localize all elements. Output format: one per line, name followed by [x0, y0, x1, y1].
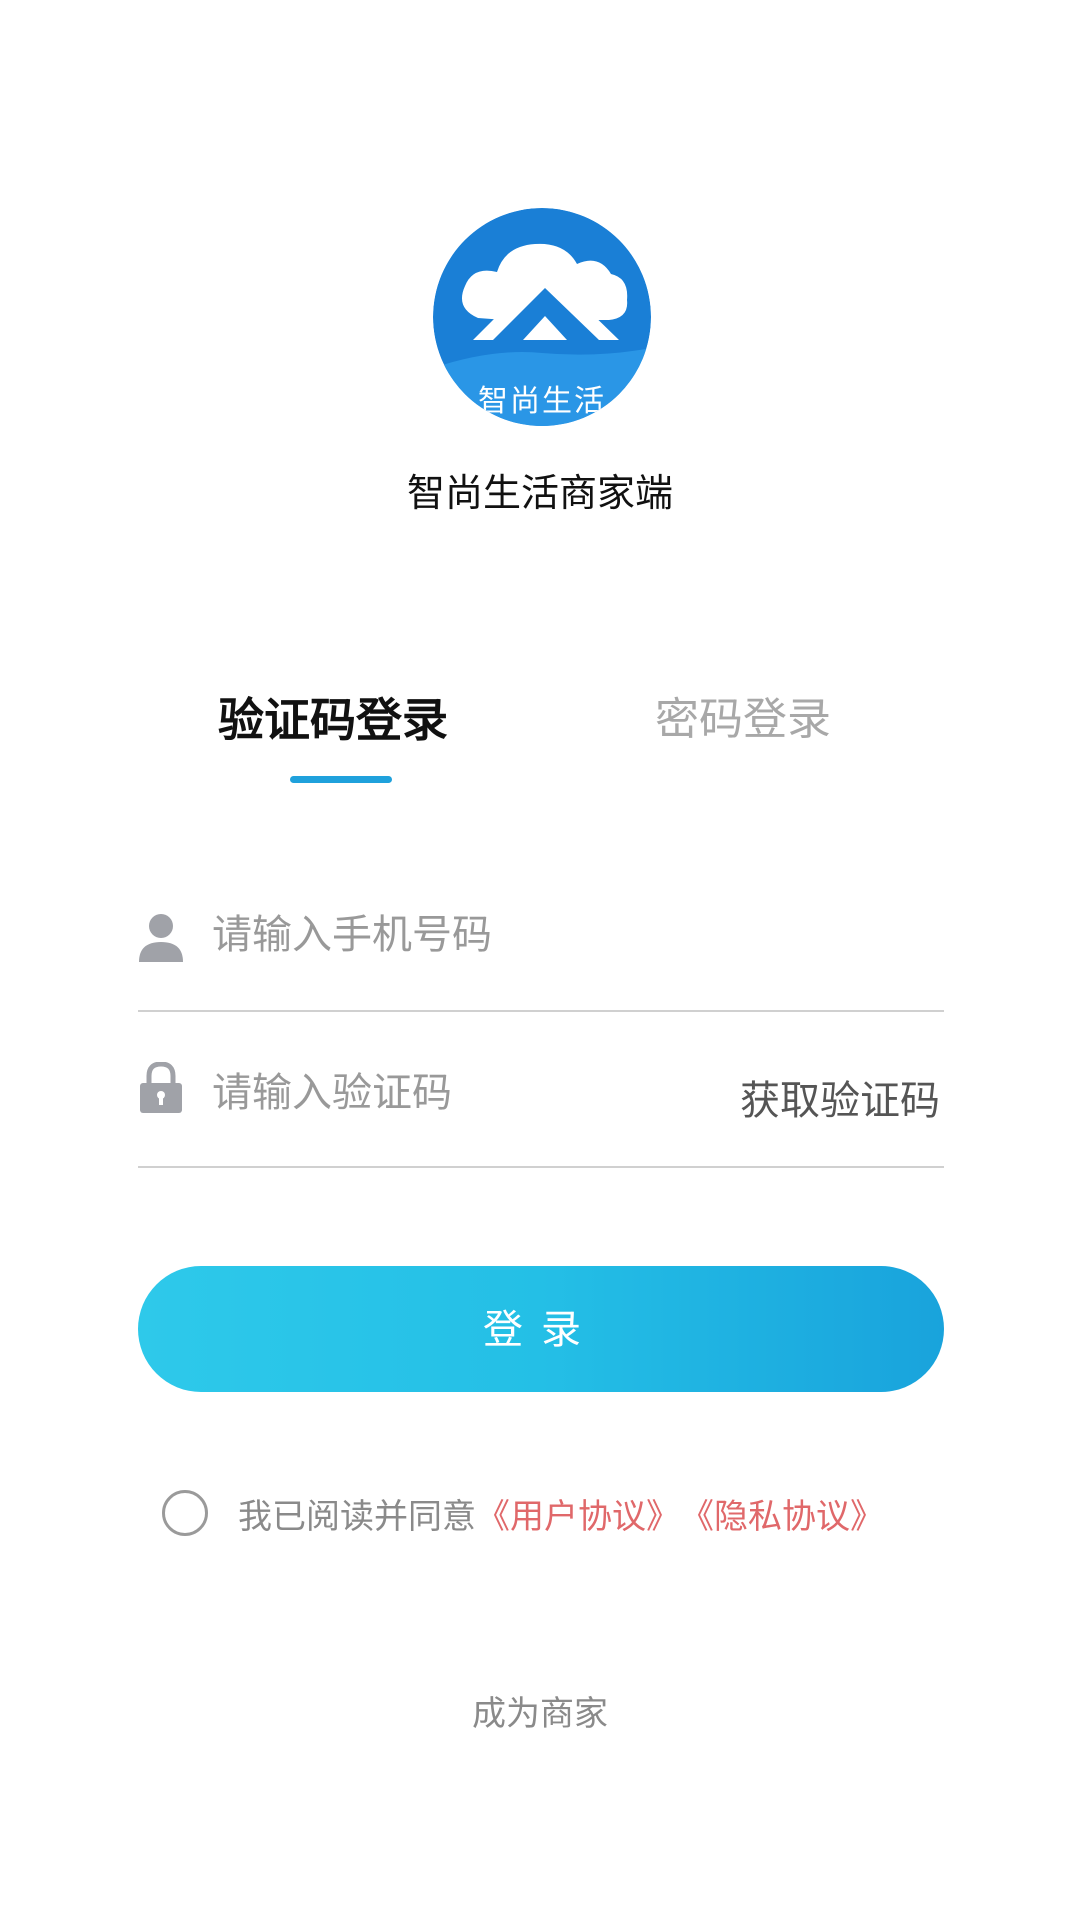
agreement-checkbox[interactable] [162, 1490, 208, 1536]
verification-code-field: 获取验证码 [138, 1040, 944, 1168]
app-logo: 智尚生活 [433, 208, 651, 426]
login-button[interactable]: 登录 [138, 1266, 944, 1392]
user-agreement-link[interactable]: 《用户协议》 [476, 1489, 680, 1538]
logo-text: 智尚生活 [478, 384, 606, 419]
agreement-text: 我已阅读并同意 [238, 1496, 476, 1537]
agreement-row: 我已阅读并同意 《用户协议》 《隐私协议》 [162, 1486, 884, 1540]
privacy-policy-link[interactable]: 《隐私协议》 [680, 1489, 884, 1538]
verification-code-input[interactable] [212, 1058, 712, 1128]
user-icon [139, 914, 183, 962]
get-code-button[interactable]: 获取验证码 [740, 1068, 940, 1126]
tab-password-login[interactable]: 密码登录 [655, 690, 835, 750]
become-merchant-link[interactable]: 成为商家 [0, 1686, 1080, 1735]
app-name: 智尚生活商家端 [406, 471, 673, 515]
tab-code-login[interactable]: 验证码登录 [218, 690, 468, 750]
lock-icon [140, 1062, 182, 1113]
phone-field [138, 890, 944, 1012]
phone-input[interactable] [212, 900, 932, 970]
active-tab-indicator [290, 776, 392, 783]
